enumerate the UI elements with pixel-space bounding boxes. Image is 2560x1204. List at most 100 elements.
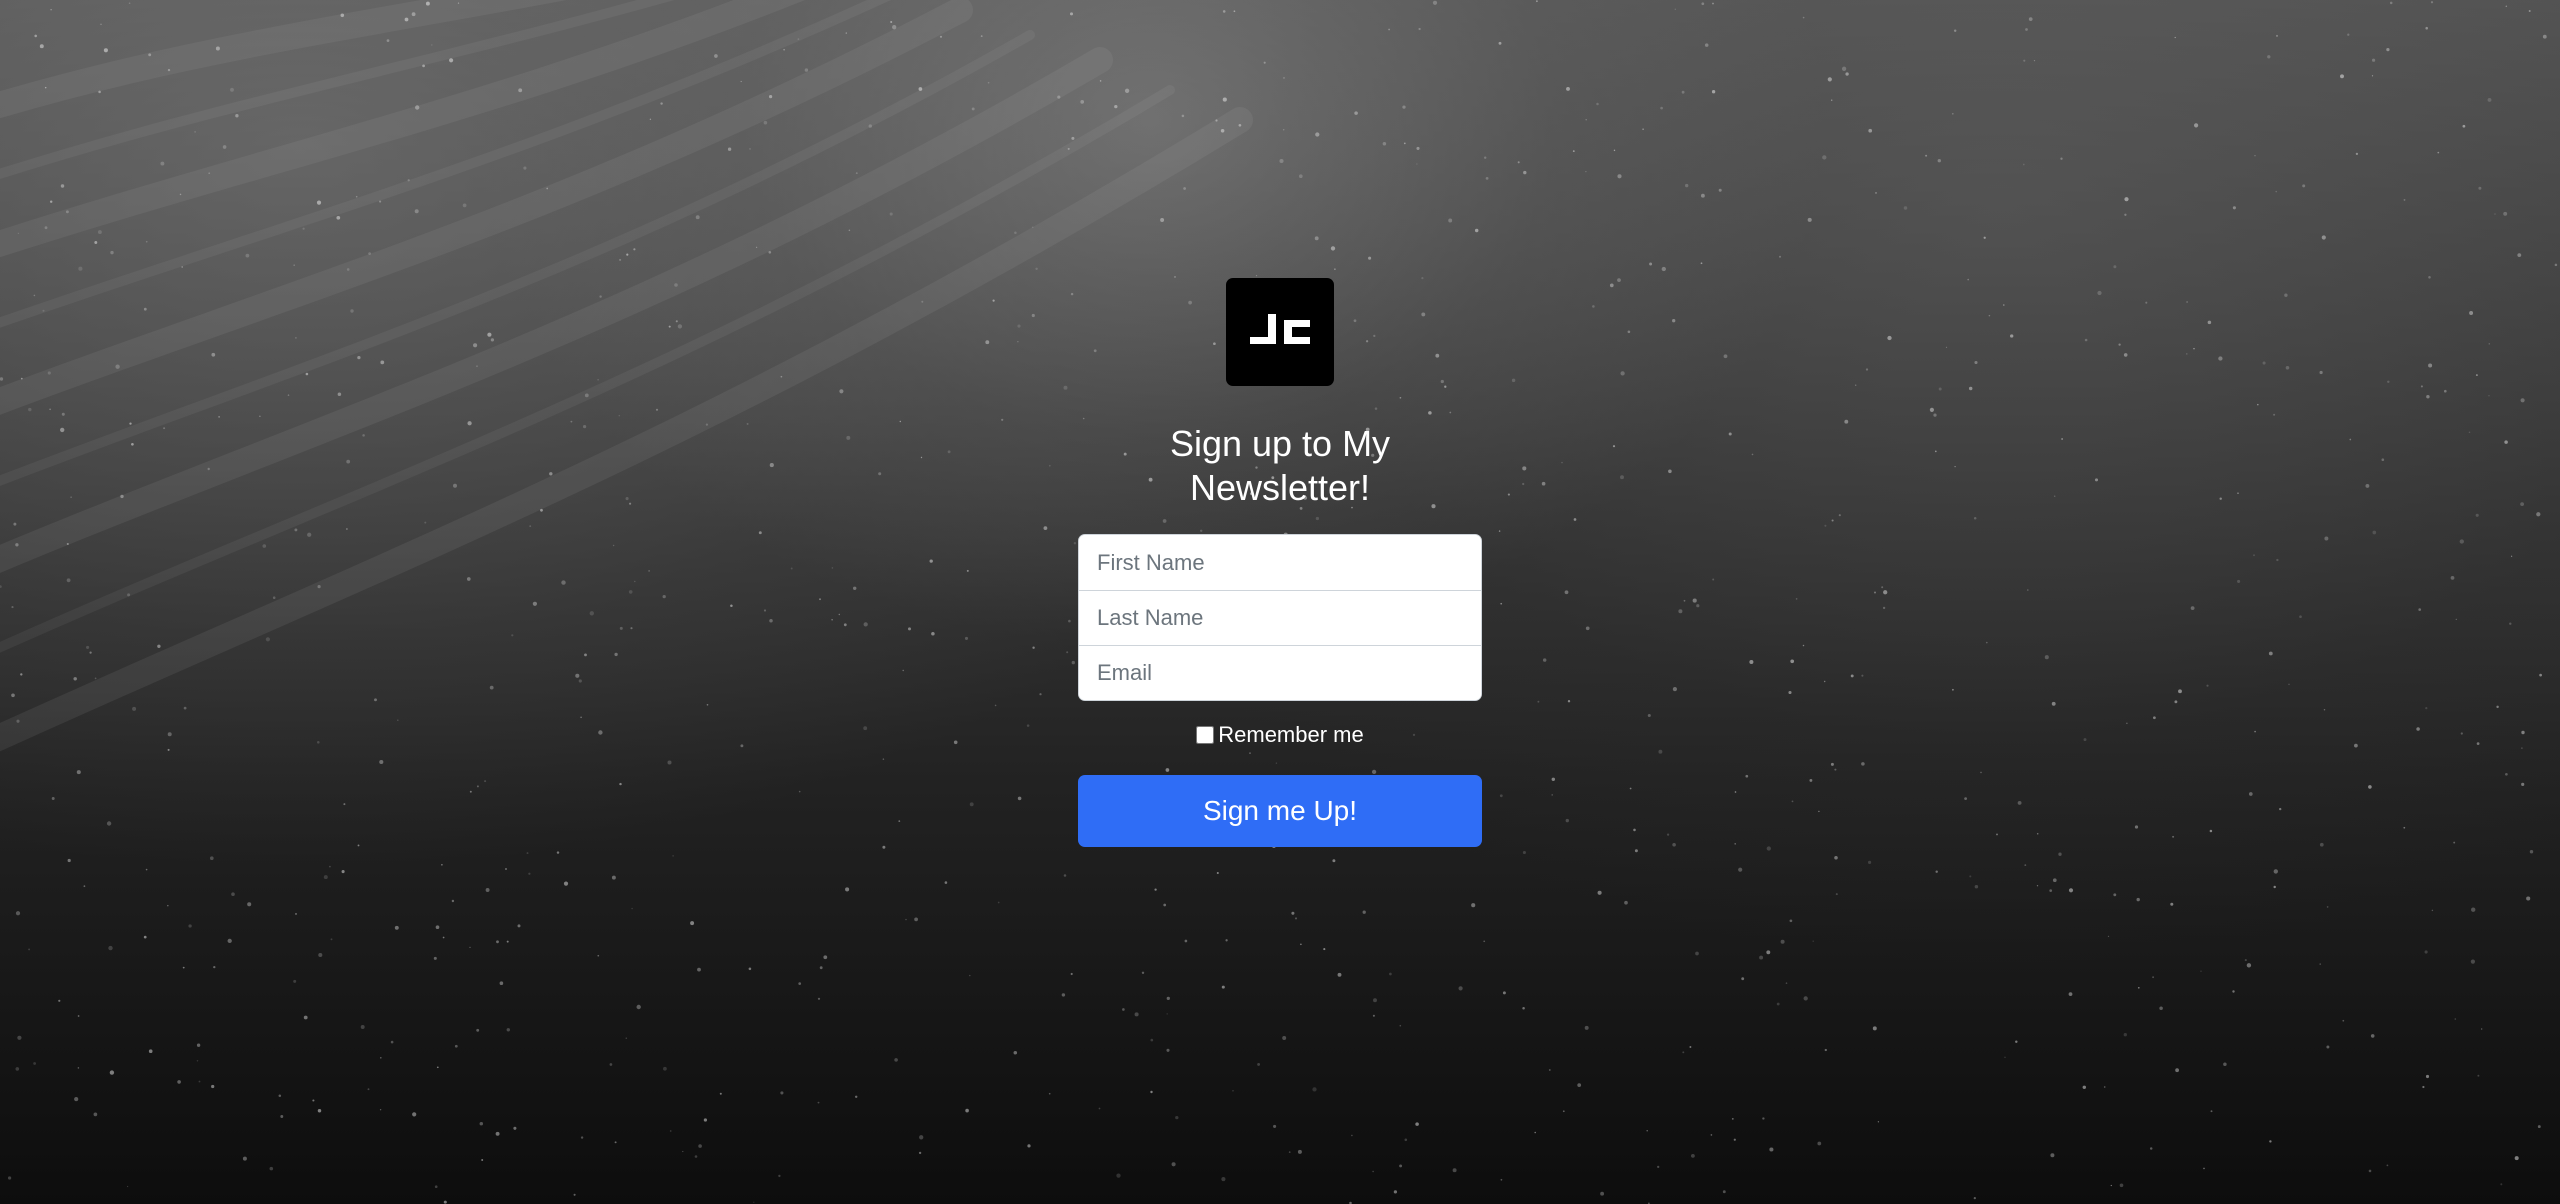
sand-speckle xyxy=(625,497,629,501)
sand-speckle xyxy=(115,364,120,369)
sand-speckle xyxy=(2422,1085,2425,1089)
sand-speckle xyxy=(1184,939,1188,943)
sand-speckle xyxy=(1523,170,1527,175)
sand-speckle xyxy=(330,938,333,941)
sand-speckle xyxy=(674,283,678,287)
sand-speckle xyxy=(2403,826,2406,829)
sand-speckle xyxy=(181,266,184,268)
sand-speckle xyxy=(78,266,83,271)
sand-speckle xyxy=(2342,1019,2345,1022)
sand-speckle xyxy=(2273,885,2276,889)
sand-speckle xyxy=(1393,1190,1398,1194)
sand-speckle xyxy=(1685,183,1689,188)
sand-speckle xyxy=(2004,1056,2006,1059)
sand-speckle xyxy=(231,892,235,896)
sand-speckle xyxy=(1646,1129,1648,1132)
sand-speckle xyxy=(1597,890,1602,895)
sand-speckle xyxy=(1935,870,1938,873)
sand-speckle xyxy=(599,295,602,298)
sand-speckle xyxy=(1824,1048,1827,1052)
sand-speckle xyxy=(2159,1006,2163,1010)
sand-speckle xyxy=(1596,102,1599,106)
sand-speckle xyxy=(1070,292,1074,296)
remember-me-label[interactable]: Remember me xyxy=(1218,722,1363,748)
sand-speckle xyxy=(1584,1025,1589,1030)
sand-speckle xyxy=(1723,354,1728,359)
sand-speckle xyxy=(1221,1177,1226,1182)
sand-speckle xyxy=(132,706,137,711)
sand-speckle xyxy=(242,1156,247,1161)
sand-speckle xyxy=(1988,314,1991,317)
sand-speckle xyxy=(2299,615,2302,619)
sand-speckle xyxy=(167,732,172,737)
sand-speckle xyxy=(758,531,762,535)
sand-speckle xyxy=(390,1040,394,1044)
sand-speckle xyxy=(1803,996,1808,1001)
sand-speckle xyxy=(485,888,490,892)
first-name-field[interactable] xyxy=(1079,535,1481,590)
sand-speckle xyxy=(2536,512,2541,517)
sand-speckle xyxy=(2372,58,2376,62)
sand-speckle xyxy=(1067,147,1070,150)
sand-speckle xyxy=(1609,283,1614,288)
sand-speckle xyxy=(2060,157,2063,160)
sign-up-button[interactable]: Sign me Up! xyxy=(1078,775,1482,847)
sand-speckle xyxy=(272,596,276,599)
sand-speckle xyxy=(2058,852,2062,856)
sand-speckle xyxy=(969,802,974,807)
sand-speckle xyxy=(303,1015,308,1020)
sand-speckle xyxy=(1937,159,1941,163)
sand-speckle xyxy=(1511,378,1516,383)
sand-speckle xyxy=(2237,579,2241,583)
sand-speckle xyxy=(597,954,600,957)
sand-speckle xyxy=(2123,1033,2127,1037)
sand-speckle xyxy=(2050,1153,2055,1158)
sand-speckle xyxy=(2084,338,2088,342)
sand-speckle xyxy=(2504,440,2508,444)
sand-speckle xyxy=(2386,47,2390,52)
sand-speckle xyxy=(83,885,86,888)
sand-speckle xyxy=(295,912,297,915)
sand-speckle xyxy=(1745,774,1749,778)
sand-speckle xyxy=(2193,123,2199,128)
sand-speckle xyxy=(1027,1144,1031,1148)
sand-speckle xyxy=(838,613,841,616)
sand-speckle xyxy=(1163,903,1167,907)
sand-speckle xyxy=(2514,1156,2519,1161)
sand-speckle xyxy=(476,365,478,367)
sand-speckle xyxy=(1741,977,1745,981)
sand-speckle xyxy=(126,1185,129,1188)
sand-speckle xyxy=(2478,186,2482,190)
sand-speckle xyxy=(614,652,618,657)
sand-speckle xyxy=(1875,192,1877,194)
sand-speckle xyxy=(575,673,580,678)
sand-speckle xyxy=(65,210,69,214)
last-name-field[interactable] xyxy=(1079,590,1481,645)
sand-speckle xyxy=(1099,80,1102,82)
sand-speckle xyxy=(589,611,594,616)
email-field[interactable] xyxy=(1079,645,1481,700)
remember-me-checkbox[interactable] xyxy=(1196,726,1215,744)
sand-speckle xyxy=(573,1193,576,1196)
sand-speckle xyxy=(755,246,758,248)
sand-speckle xyxy=(2528,9,2531,13)
sand-speckle xyxy=(495,1131,500,1136)
sand-speckle xyxy=(1973,1196,1976,1200)
sand-speckle xyxy=(1666,833,1670,836)
sand-speckle xyxy=(1372,1014,1375,1017)
sand-speckle xyxy=(424,521,427,524)
sand-speckle xyxy=(1063,874,1067,877)
sand-speckle xyxy=(763,609,767,612)
sand-speckle xyxy=(44,86,47,89)
sand-speckle xyxy=(2273,413,2276,416)
sand-speckle xyxy=(39,44,44,49)
sand-speckle xyxy=(13,522,17,526)
sand-speckle xyxy=(1865,368,1869,371)
sand-speckle xyxy=(1807,217,1812,222)
sand-speckle xyxy=(34,34,37,38)
sand-speckle xyxy=(128,2,131,5)
sand-speckle xyxy=(1776,1002,1780,1006)
sand-speckle xyxy=(76,770,81,775)
sand-speckle xyxy=(1785,982,1788,984)
sand-speckle xyxy=(714,54,718,58)
